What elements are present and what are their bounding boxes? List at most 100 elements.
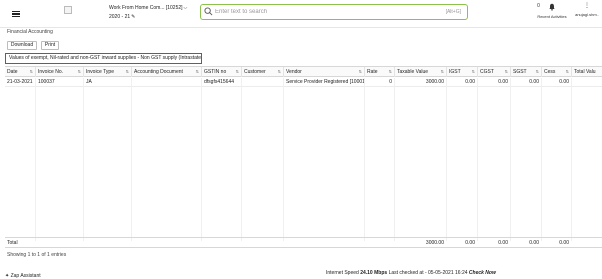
column-header-vendor[interactable]: Vendor ⇅: [284, 67, 365, 77]
column-label: IGST: [449, 69, 461, 75]
sort-icon[interactable]: ⇅: [505, 67, 508, 77]
more-vertical-icon: ⋮: [584, 3, 590, 9]
column-header-cgst[interactable]: CGST ⇅: [478, 67, 511, 77]
cell-gstin: dfsgfs415644: [204, 79, 235, 85]
column-divider: [201, 78, 202, 241]
financial-year: 2020 - 21✎: [109, 14, 135, 20]
column-divider: [241, 78, 242, 241]
cell-igst: 0.00: [465, 79, 475, 85]
report-table: Date ⇅ Invoice No. ⇅ Invoice Type ⇅ Account…: [5, 66, 602, 251]
sort-icon[interactable]: ⇅: [278, 67, 281, 77]
column-label: Date: [7, 69, 18, 75]
total-cess: 0.00: [559, 240, 569, 246]
total-cgst: 0.00: [498, 240, 508, 246]
sort-icon[interactable]: ⇅: [78, 67, 81, 77]
table-header: Date ⇅ Invoice No. ⇅ Invoice Type ⇅ Account…: [5, 67, 602, 77]
global-search[interactable]: [Alt+G]: [200, 4, 468, 20]
column-header-accounting-document[interactable]: Accounting Document ⇅: [132, 67, 202, 77]
column-divider: [83, 78, 84, 241]
cell-sgst: 0.00: [529, 79, 539, 85]
column-header-igst[interactable]: IGST ⇅: [447, 67, 478, 77]
top-bar: Work From Home Com... [10252]⌵ 2020 - 21…: [0, 0, 602, 28]
bell-icon: [549, 3, 555, 11]
sort-icon[interactable]: ⇅: [389, 67, 392, 77]
search-icon: [204, 7, 213, 16]
totals-label: Total: [7, 240, 18, 246]
column-label: Invoice No.: [38, 69, 64, 75]
column-divider: [571, 78, 572, 241]
column-header-invoice-no[interactable]: Invoice No. ⇅: [36, 67, 84, 77]
column-label: Customer: [244, 69, 266, 75]
column-label: Accounting Document: [134, 69, 183, 75]
last-checked: Last checked at - 05-05-2021 16:24: [388, 270, 468, 276]
total-igst: 0.00: [465, 240, 475, 246]
sort-icon[interactable]: ⇅: [196, 67, 199, 77]
column-divider: [364, 78, 365, 241]
column-divider: [35, 78, 36, 241]
column-label: Total Valu: [574, 69, 596, 75]
print-button[interactable]: Print: [41, 41, 59, 50]
column-header-taxable-value[interactable]: Taxable Value ⇅: [395, 67, 447, 77]
assistant-label: Zap Assistant: [10, 273, 41, 279]
column-header-rate[interactable]: Rate ⇅: [365, 67, 395, 77]
internet-speed-status: Internet Speed 24.10 Mbps Last checked a…: [326, 270, 496, 276]
total-taxable-value: 3000.00: [425, 240, 444, 246]
column-header-cess[interactable]: Cess ⇅: [542, 67, 572, 77]
column-label: GSTIN no: [204, 69, 227, 75]
entries-summary: Showing 1 to 1 of 1 entries: [7, 252, 67, 258]
column-header-date[interactable]: Date ⇅: [5, 67, 36, 77]
sort-icon[interactable]: ⇅: [472, 67, 475, 77]
menu-icon[interactable]: [12, 11, 20, 18]
column-divider: [446, 78, 447, 241]
recent-activities-label: Recent Activities: [537, 14, 567, 19]
column-label: Rate: [367, 69, 378, 75]
speed-prefix: Internet Speed: [326, 270, 359, 276]
sort-icon[interactable]: ⇅: [359, 67, 362, 77]
company-logo: [64, 6, 72, 14]
user-name: anujagl.shm..: [575, 12, 599, 17]
sort-icon[interactable]: ⇅: [566, 67, 569, 77]
sort-icon[interactable]: ⇅: [30, 67, 33, 77]
check-now-link[interactable]: Check Now: [469, 270, 496, 276]
company-selector[interactable]: Work From Home Com... [10252]⌵: [109, 5, 187, 11]
notification-badge: 0: [537, 3, 540, 9]
column-header-total-value[interactable]: Total Valu: [572, 67, 602, 77]
company-name: Work From Home Com... [10252]: [109, 5, 183, 11]
page-heading: Financial Accounting: [7, 29, 53, 35]
sort-icon[interactable]: ⇅: [236, 67, 239, 77]
cell-rate: 0: [389, 79, 392, 85]
table-row[interactable]: 21-03-2021 100037 JA dfsgfs415644 Servic…: [5, 78, 602, 87]
column-header-customer[interactable]: Customer ⇅: [242, 67, 284, 77]
cell-date: 21-03-2021: [7, 79, 33, 85]
year-label: 2020 - 21: [109, 14, 131, 20]
sort-icon[interactable]: ⇅: [441, 67, 444, 77]
column-header-sgst[interactable]: SGST ⇅: [511, 67, 542, 77]
user-menu[interactable]: ⋮ anujagl.shm..: [573, 3, 601, 17]
column-divider: [394, 78, 395, 241]
cell-customer: [242, 78, 284, 87]
column-label: Taxable Value: [397, 69, 429, 75]
cell-cgst: 0.00: [498, 79, 508, 85]
column-label: Invoice Type: [86, 69, 114, 75]
sort-icon[interactable]: ⇅: [126, 67, 129, 77]
column-divider: [283, 78, 284, 241]
chevron-down-icon: ⌵: [183, 5, 188, 11]
cell-cess: 0.00: [559, 79, 569, 85]
totals-row: Total 3000.00 0.00 0.00 0.00 0.00: [5, 237, 602, 248]
speed-value: 24.10 Mbps: [360, 270, 388, 276]
edit-icon[interactable]: ✎: [131, 14, 135, 20]
column-label: CGST: [480, 69, 494, 75]
total-sgst: 0.00: [529, 240, 539, 246]
cell-taxable-value: 3000.00: [425, 79, 444, 85]
search-input[interactable]: [215, 7, 415, 17]
assistant-icon: ✦: [5, 273, 10, 279]
column-header-invoice-type[interactable]: Invoice Type ⇅: [84, 67, 132, 77]
column-divider: [541, 78, 542, 241]
cell-accounting-document: [132, 78, 202, 87]
download-button[interactable]: Download: [7, 41, 37, 50]
report-title: Values of exempt, Nil-rated and non-GST …: [5, 53, 202, 64]
column-header-gstin[interactable]: GSTIN no ⇅: [202, 67, 242, 77]
sort-icon[interactable]: ⇅: [536, 67, 539, 77]
zap-assistant-button[interactable]: ✦ Zap Assistant: [5, 273, 41, 279]
search-shortcut-hint: [Alt+G]: [445, 9, 461, 15]
